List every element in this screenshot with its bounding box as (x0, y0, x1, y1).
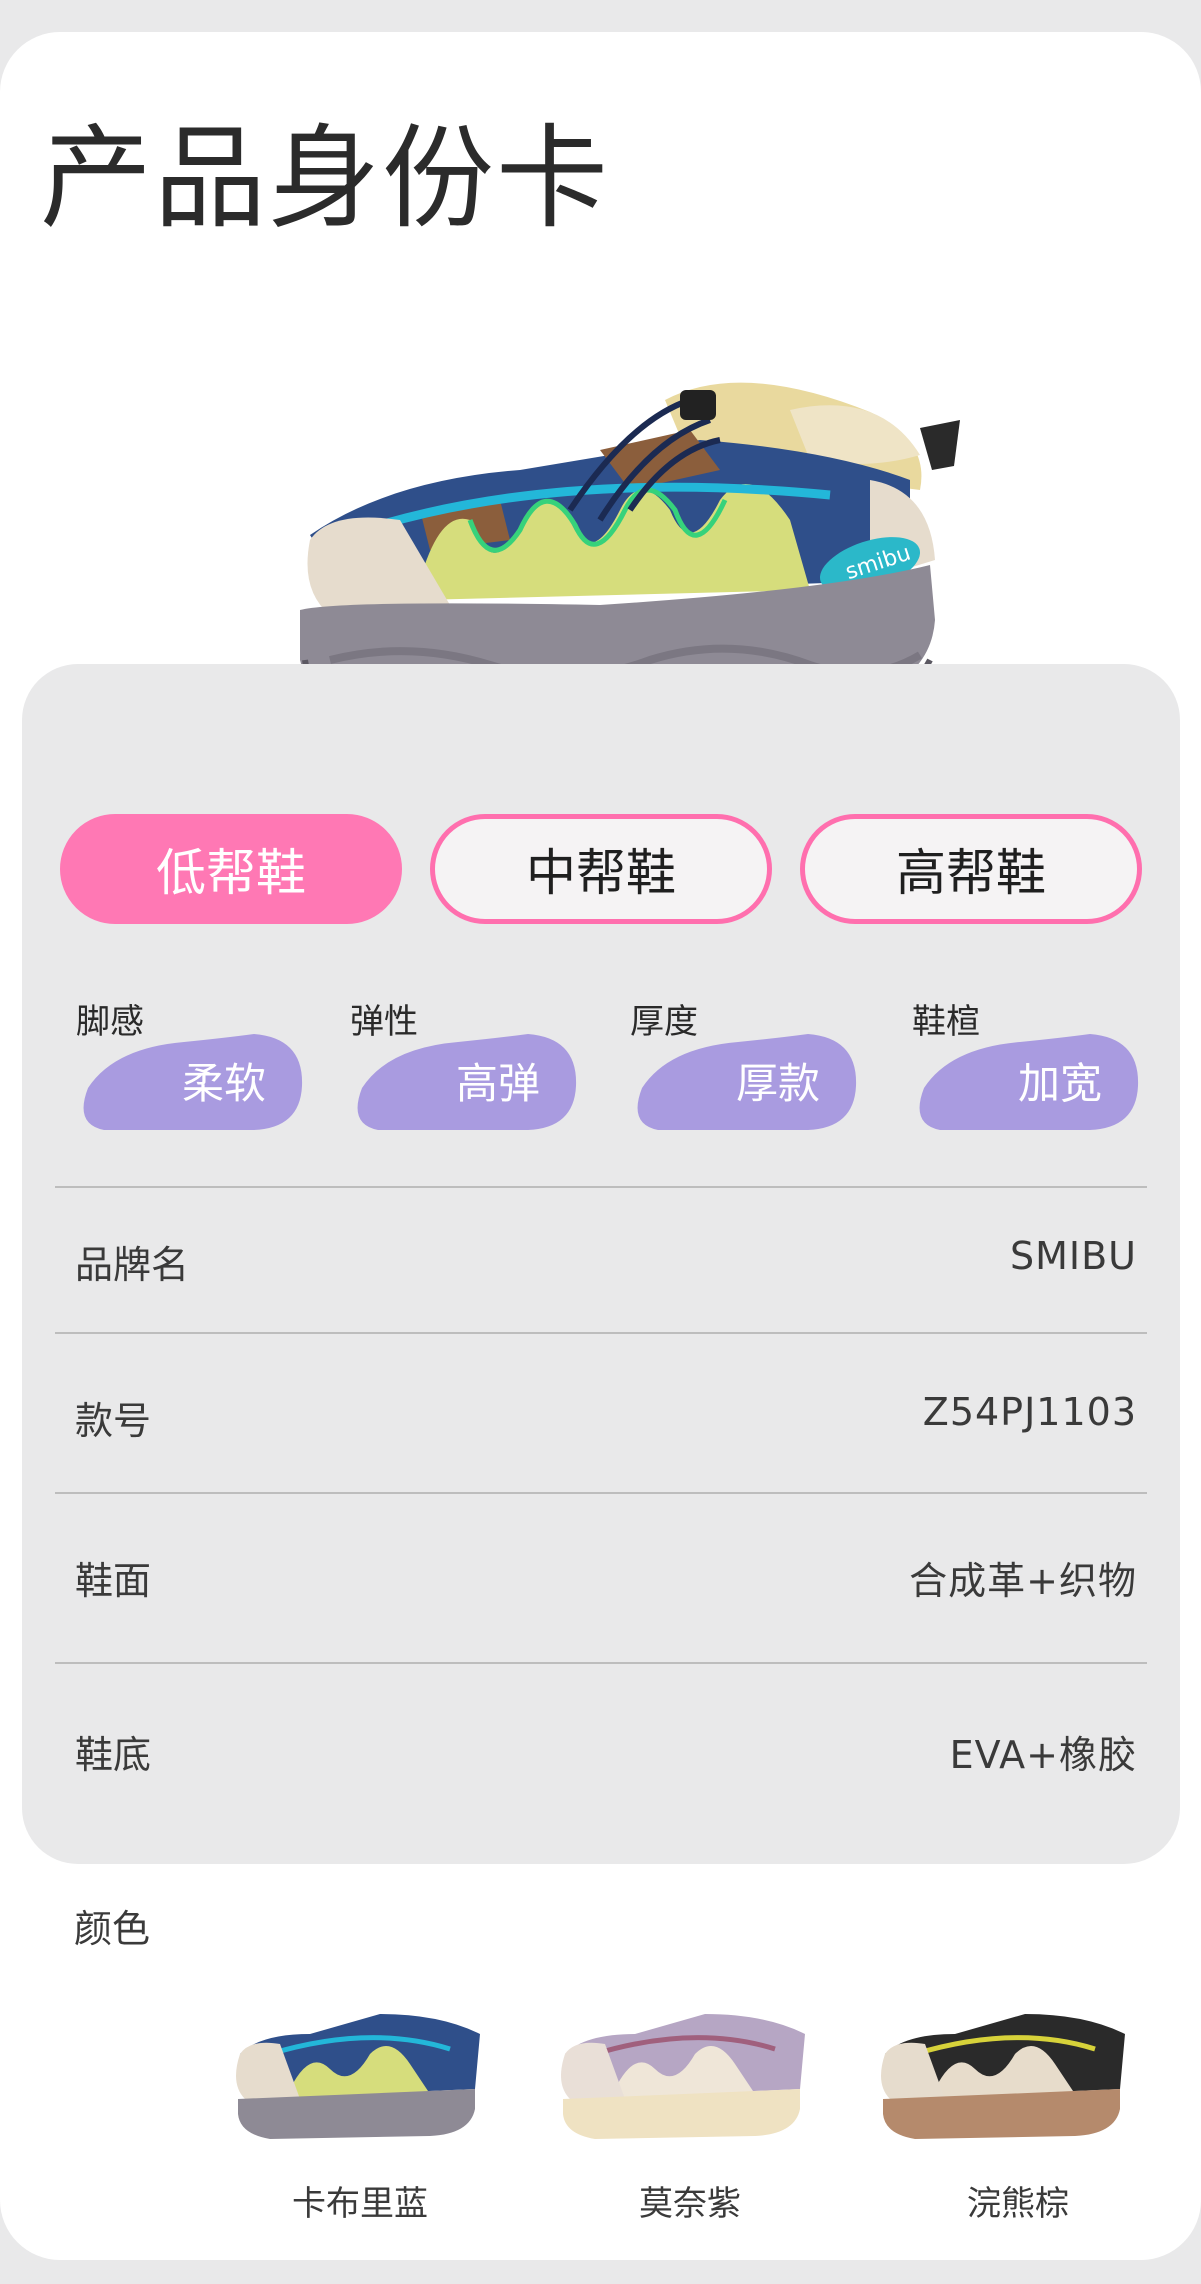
hero-shoe-sole (270, 360, 960, 730)
spec-label: 鞋面 (75, 1559, 152, 1603)
spec-value: EVA+橡胶 (949, 1733, 1137, 1777)
color-name: 浣熊棕 (967, 2184, 1069, 2224)
feature-value: 高弹 (455, 1059, 540, 1108)
spec-label: 款号 (75, 1399, 152, 1443)
divider (55, 1492, 1147, 1494)
spec-label: 品牌名 (75, 1243, 190, 1287)
feature-value: 加宽 (1017, 1059, 1102, 1108)
divider (55, 1662, 1147, 1664)
color-name: 卡布里蓝 (292, 2184, 428, 2224)
spec-value: Z54PJ1103 (922, 1390, 1137, 1434)
feature-value: 厚款 (735, 1059, 820, 1108)
page-title: 产品身份卡 (40, 114, 610, 244)
spec-value: 合成革+织物 (909, 1559, 1137, 1603)
spec-label: 鞋底 (75, 1733, 152, 1777)
colors-title: 颜色 (74, 1907, 151, 1951)
feature-value: 柔软 (181, 1059, 266, 1108)
divider (55, 1186, 1147, 1188)
color-swatch-capri-blue[interactable] (230, 1994, 490, 2144)
shoe-type-selector: 低帮鞋 中帮鞋 高帮鞋 (0, 814, 1201, 928)
color-swatch-monet-purple[interactable] (555, 1994, 815, 2144)
tab-high-top[interactable]: 高帮鞋 (800, 814, 1142, 924)
tab-mid-top[interactable]: 中帮鞋 (430, 814, 772, 924)
feature-last: 鞋楦 加宽 (910, 994, 1142, 1134)
tab-low-top[interactable]: 低帮鞋 (60, 814, 402, 924)
feature-elasticity: 弹性 高弹 (348, 994, 580, 1134)
feature-thickness: 厚度 厚款 (628, 994, 860, 1134)
color-name: 莫奈紫 (639, 2184, 741, 2224)
feature-comfort: 脚感 柔软 (74, 994, 306, 1134)
spec-value: SMIBU (1010, 1234, 1137, 1278)
color-swatch-raccoon-brown[interactable] (875, 1994, 1135, 2144)
divider (55, 1332, 1147, 1334)
